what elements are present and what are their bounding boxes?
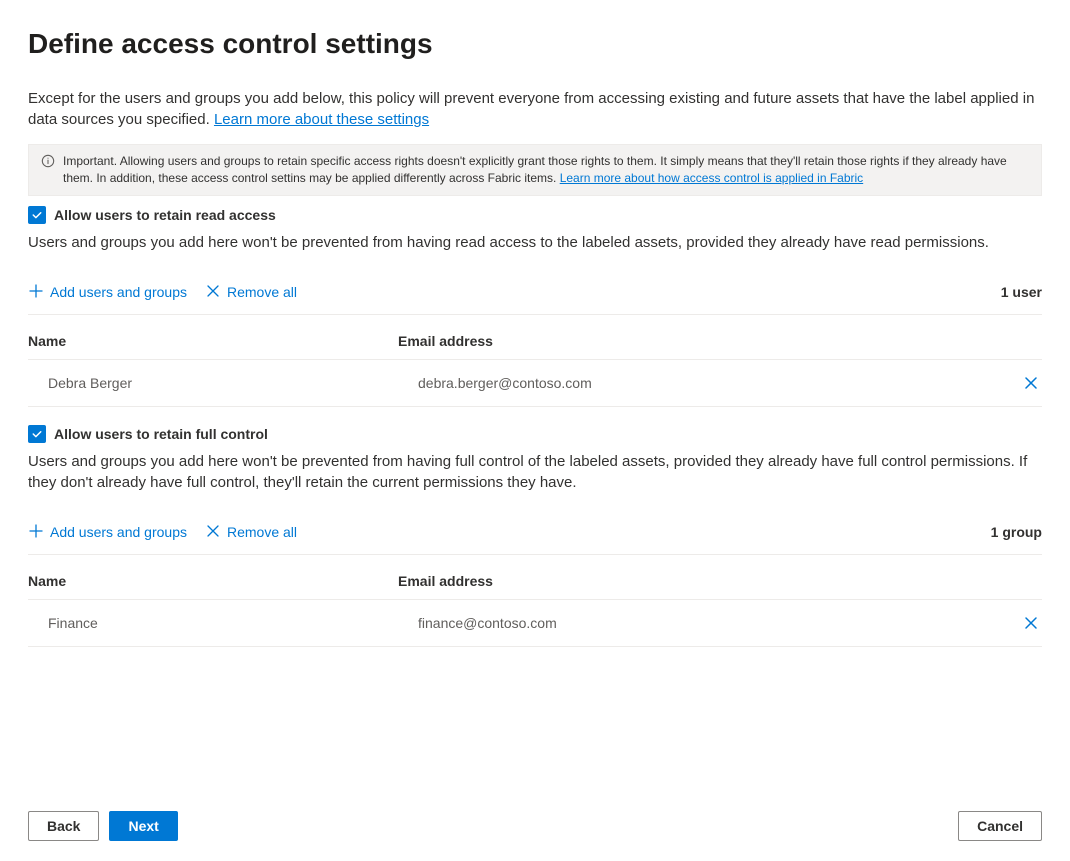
full-header-email: Email address	[398, 573, 1002, 589]
plus-icon	[28, 523, 44, 542]
full-row-name: Finance	[28, 615, 398, 631]
x-icon	[205, 283, 221, 302]
info-banner: Important. Allowing users and groups to …	[28, 144, 1042, 196]
learn-more-settings-link[interactable]: Learn more about these settings	[214, 111, 429, 128]
read-row-email: debra.berger@contoso.com	[398, 375, 1002, 391]
allow-full-control-label: Allow users to retain full control	[54, 426, 268, 442]
cancel-button[interactable]: Cancel	[958, 811, 1042, 841]
x-icon	[205, 523, 221, 542]
full-list-row: Finance finance@contoso.com	[28, 599, 1042, 647]
allow-read-access-checkbox[interactable]	[28, 206, 46, 224]
plus-icon	[28, 283, 44, 302]
read-row-remove-button[interactable]	[1020, 372, 1042, 394]
read-add-users-label: Add users and groups	[50, 284, 187, 300]
full-add-users-label: Add users and groups	[50, 524, 187, 540]
read-remove-all-label: Remove all	[227, 284, 297, 300]
read-section-description: Users and groups you add here won't be p…	[28, 232, 1042, 253]
read-header-name: Name	[28, 333, 398, 349]
read-row-name: Debra Berger	[28, 375, 398, 391]
back-button[interactable]: Back	[28, 811, 99, 841]
intro-paragraph: Except for the users and groups you add …	[28, 88, 1042, 130]
full-remove-all-button[interactable]: Remove all	[205, 523, 297, 542]
full-count-text: 1 group	[991, 524, 1042, 540]
read-count-text: 1 user	[1001, 284, 1042, 300]
read-list-header: Name Email address	[28, 315, 1042, 359]
full-list-header: Name Email address	[28, 555, 1042, 599]
intro-text: Except for the users and groups you add …	[28, 90, 1034, 128]
full-toolbar: Add users and groups Remove all 1 group	[28, 523, 1042, 555]
full-add-users-button[interactable]: Add users and groups	[28, 523, 187, 542]
read-toolbar: Add users and groups Remove all 1 user	[28, 283, 1042, 315]
page-title: Define access control settings	[28, 28, 1042, 60]
learn-more-fabric-link[interactable]: Learn more about how access control is a…	[560, 171, 864, 185]
full-section-description: Users and groups you add here won't be p…	[28, 451, 1042, 493]
allow-full-control-checkbox[interactable]	[28, 425, 46, 443]
read-list-row: Debra Berger debra.berger@contoso.com	[28, 359, 1042, 407]
info-icon	[41, 154, 55, 168]
footer-bar: Back Next Cancel	[28, 811, 1042, 841]
read-add-users-button[interactable]: Add users and groups	[28, 283, 187, 302]
next-button[interactable]: Next	[109, 811, 177, 841]
full-row-email: finance@contoso.com	[398, 615, 1002, 631]
banner-text: Important. Allowing users and groups to …	[63, 154, 1007, 185]
full-row-remove-button[interactable]	[1020, 612, 1042, 634]
full-remove-all-label: Remove all	[227, 524, 297, 540]
read-header-email: Email address	[398, 333, 1002, 349]
read-remove-all-button[interactable]: Remove all	[205, 283, 297, 302]
allow-read-access-label: Allow users to retain read access	[54, 207, 276, 223]
full-header-name: Name	[28, 573, 398, 589]
